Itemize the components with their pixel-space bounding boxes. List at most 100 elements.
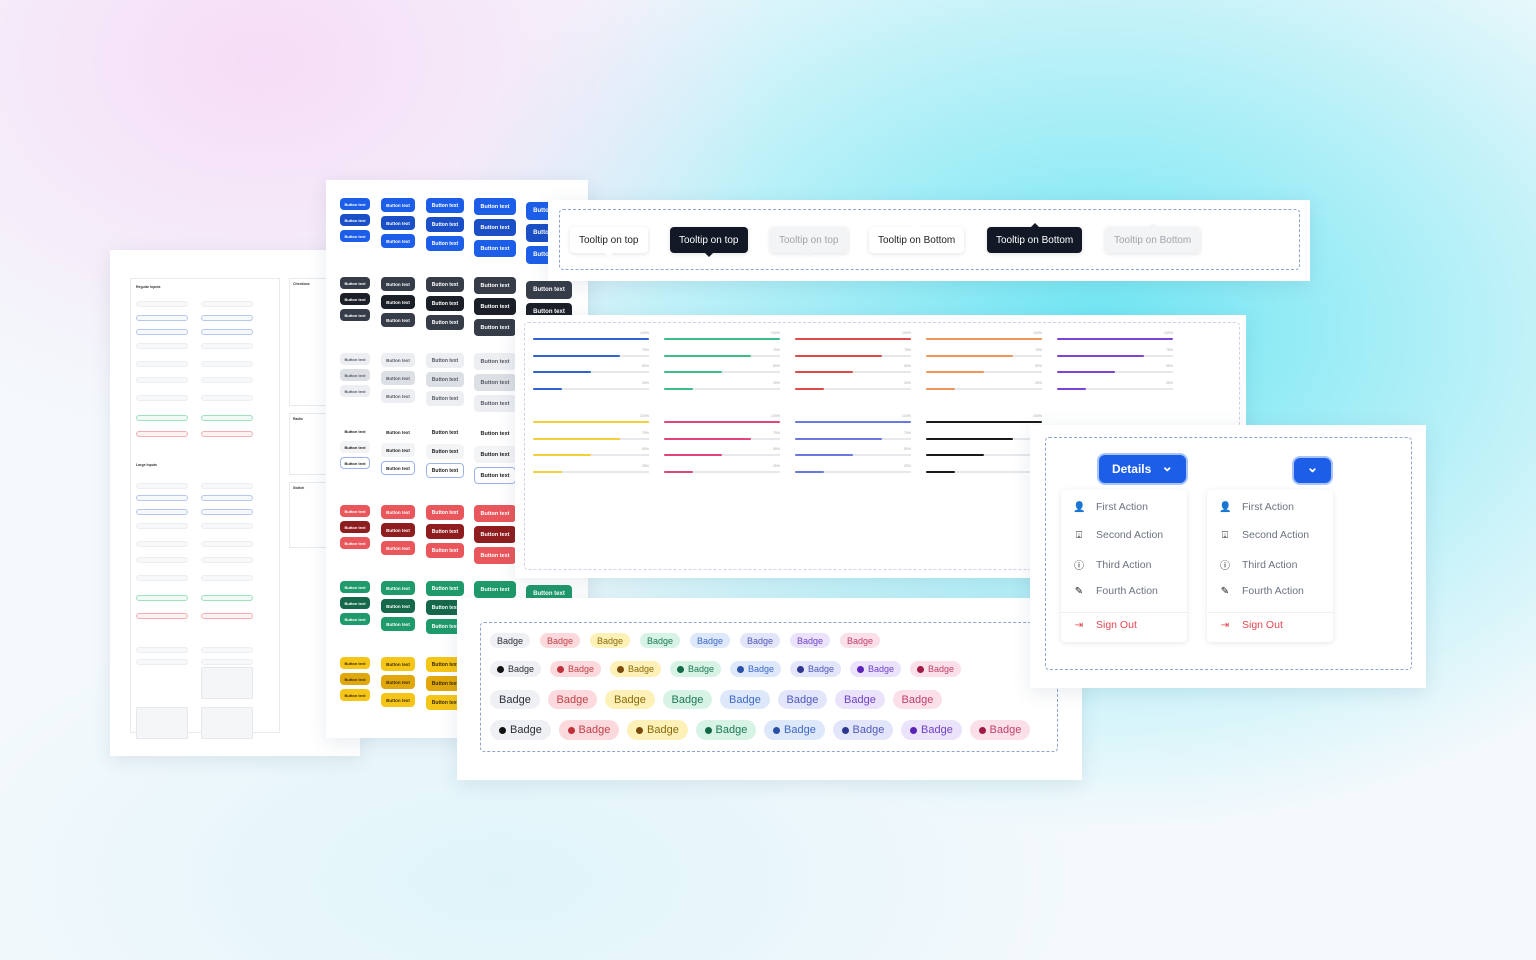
input-field[interactable] [136,315,188,321]
outline-button[interactable]: Button text [426,463,464,478]
input-field[interactable] [201,495,253,501]
light-button[interactable]: Button text [474,395,516,412]
tooltip[interactable]: Tooltip on Bottom [987,223,1083,253]
input-field[interactable] [136,415,188,421]
input-field[interactable] [136,523,188,529]
success-button[interactable]: Button text [426,581,464,596]
primary-button[interactable]: Button text [381,198,415,212]
input-field[interactable] [136,659,188,665]
input-field[interactable] [136,647,188,653]
dark-button[interactable]: Button text [381,295,415,309]
input-field[interactable] [201,301,253,307]
input-field[interactable] [201,509,253,515]
input-field[interactable] [201,361,253,367]
textarea-field[interactable] [136,707,188,739]
input-field[interactable] [136,395,188,401]
outline-button[interactable]: Button text [426,425,464,440]
dark-button[interactable]: Button text [526,281,572,299]
warning-button[interactable]: Button text [340,657,370,669]
primary-button[interactable]: Button text [426,217,464,232]
danger-button[interactable]: Button text [340,537,370,549]
input-field[interactable] [136,343,188,349]
danger-button[interactable]: Button text [474,505,516,522]
input-field[interactable] [201,377,253,383]
input-field[interactable] [201,523,253,529]
dark-button[interactable]: Button text [340,293,370,305]
dark-button[interactable]: Button text [340,277,370,289]
light-button[interactable]: Button text [474,374,516,391]
input-field[interactable] [136,595,188,601]
tooltip[interactable]: Tooltip on Bottom [869,223,965,253]
dark-button[interactable]: Button text [426,296,464,311]
primary-button[interactable]: Button text [426,236,464,251]
primary-button[interactable]: Button text [474,219,516,236]
primary-button[interactable]: Button text [474,240,516,257]
outline-button[interactable]: Button text [474,425,516,442]
input-field[interactable] [136,361,188,367]
light-button[interactable]: Button text [381,389,415,403]
menu-item[interactable]: 👤 First Action [1219,501,1294,513]
menu-item[interactable]: ⍗ Second Action [1219,529,1309,541]
input-field[interactable] [201,395,253,401]
input-field[interactable] [136,495,188,501]
warning-button[interactable]: Button text [340,673,370,685]
success-button[interactable]: Button text [474,581,516,598]
danger-button[interactable]: Button text [381,523,415,537]
input-field[interactable] [201,329,253,335]
input-field[interactable] [201,613,253,619]
success-button[interactable]: Button text [381,617,415,631]
menu-item[interactable]: ✎ Fourth Action [1219,585,1304,597]
menu-item[interactable]: ✎ Fourth Action [1073,585,1158,597]
input-field[interactable] [201,595,253,601]
input-field[interactable] [136,431,188,437]
outline-button[interactable]: Button text [381,461,415,475]
primary-button[interactable]: Button text [340,198,370,210]
light-button[interactable]: Button text [340,369,370,381]
warning-button[interactable]: Button text [381,693,415,707]
input-field[interactable] [136,301,188,307]
input-field[interactable] [136,575,188,581]
outline-button[interactable]: Button text [340,425,370,437]
danger-button[interactable]: Button text [426,505,464,520]
success-button[interactable]: Button text [340,613,370,625]
outline-button[interactable]: Button text [474,467,516,484]
dark-button[interactable]: Button text [474,319,516,336]
outline-button[interactable]: Button text [381,443,415,457]
input-field[interactable] [136,377,188,383]
input-field[interactable] [136,557,188,563]
success-button[interactable]: Button text [340,597,370,609]
outline-button[interactable]: Button text [340,457,370,469]
light-button[interactable]: Button text [340,385,370,397]
input-field[interactable] [201,483,253,489]
danger-button[interactable]: Button text [381,505,415,519]
outline-button[interactable]: Button text [381,425,415,439]
outline-button[interactable]: Button text [340,441,370,453]
input-field[interactable] [201,557,253,563]
primary-button[interactable]: Button text [474,198,516,215]
light-button[interactable]: Button text [474,353,516,370]
input-field[interactable] [201,415,253,421]
danger-button[interactable]: Button text [426,543,464,558]
dark-button[interactable]: Button text [474,298,516,315]
success-button[interactable]: Button text [381,599,415,613]
textarea-field[interactable] [201,667,253,699]
input-field[interactable] [136,541,188,547]
outline-button[interactable]: Button text [426,444,464,459]
input-field[interactable] [136,483,188,489]
tooltip[interactable]: Tooltip on top [770,227,848,257]
danger-button[interactable]: Button text [474,547,516,564]
dark-button[interactable]: Button text [426,277,464,292]
details-dropdown-button[interactable]: Details ⌄ [1099,455,1186,483]
dark-button[interactable]: Button text [426,315,464,330]
primary-button[interactable]: Button text [381,216,415,230]
input-field[interactable] [136,509,188,515]
primary-button[interactable]: Button text [340,230,370,242]
dark-button[interactable]: Button text [381,277,415,291]
warning-button[interactable]: Button text [340,689,370,701]
menu-item[interactable]: ⓘ Third Action [1219,557,1297,573]
light-button[interactable]: Button text [381,353,415,367]
textarea-field[interactable] [201,707,253,739]
menu-item[interactable]: 👤 First Action [1073,501,1148,513]
input-field[interactable] [201,343,253,349]
light-button[interactable]: Button text [340,353,370,365]
